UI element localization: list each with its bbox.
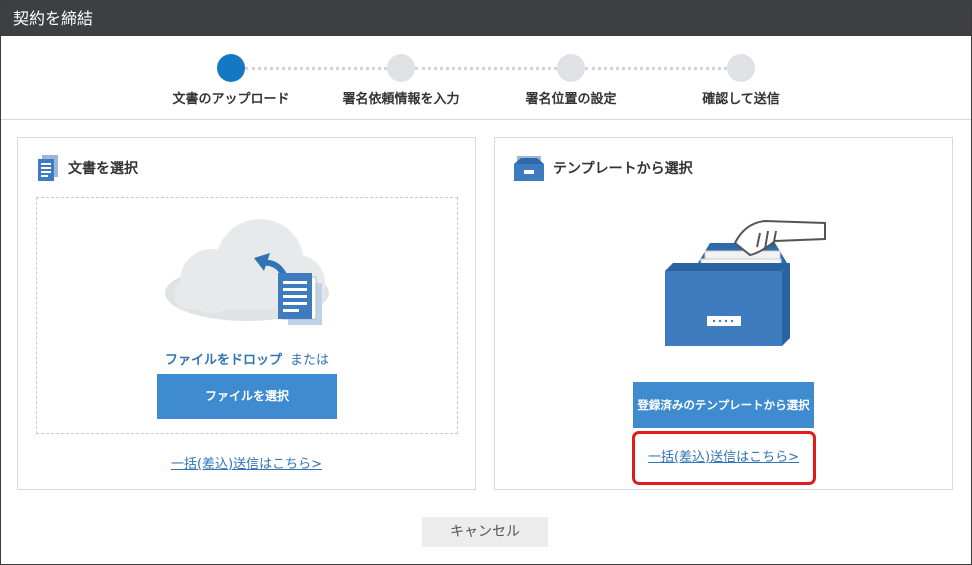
dialog-title: 契約を締結 bbox=[1, 1, 971, 36]
step-2-label: 署名依頼情報を入力 bbox=[342, 92, 460, 107]
step-connector bbox=[415, 67, 557, 70]
step-4-indicator bbox=[727, 54, 755, 82]
step-4-label: 確認して送信 bbox=[702, 92, 780, 107]
template-panel: テンプレートから選択 登録済みのテンプレートから選択 一括(差込)送信はこちら> bbox=[494, 137, 953, 490]
panel-header: 文書を選択 bbox=[36, 153, 138, 183]
cancel-button[interactable]: キャンセル bbox=[422, 517, 548, 547]
panel-title: 文書を選択 bbox=[68, 161, 138, 177]
upload-document-panel: 文書を選択 ファイルをドロップ または ファイルを選択 一括(差込)送信はこちら… bbox=[17, 137, 476, 490]
step-2-indicator bbox=[387, 54, 415, 82]
document-icon bbox=[36, 154, 60, 182]
step-3-indicator bbox=[557, 54, 585, 82]
file-drop-zone[interactable]: ファイルをドロップ または ファイルを選択 bbox=[36, 197, 458, 434]
step-connector bbox=[245, 67, 387, 70]
select-file-button[interactable]: ファイルを選択 bbox=[157, 374, 337, 419]
step-connector bbox=[585, 67, 727, 70]
panel-title: テンプレートから選択 bbox=[553, 161, 693, 177]
step-3-label: 署名位置の設定 bbox=[525, 92, 617, 107]
bulk-send-link[interactable]: 一括(差込)送信はこちら> bbox=[18, 453, 475, 472]
drop-file-text: ファイルをドロップ bbox=[164, 353, 282, 368]
bulk-send-link[interactable]: 一括(差込)送信はこちら> bbox=[495, 446, 952, 465]
file-drawer-illustration bbox=[665, 213, 830, 348]
select-template-button[interactable]: 登録済みのテンプレートから選択 bbox=[633, 382, 814, 428]
or-text: または bbox=[290, 353, 330, 368]
cloud-upload-icon bbox=[162, 213, 332, 328]
panel-header: テンプレートから選択 bbox=[513, 153, 693, 183]
drop-instruction: ファイルをドロップ または bbox=[37, 349, 457, 368]
file-box-icon bbox=[513, 154, 545, 182]
step-1-indicator bbox=[217, 54, 245, 82]
progress-stepper: 文書のアップロード 署名依頼情報を入力 署名位置の設定 確認して送信 bbox=[1, 36, 971, 120]
step-1-label: 文書のアップロード bbox=[172, 92, 290, 107]
